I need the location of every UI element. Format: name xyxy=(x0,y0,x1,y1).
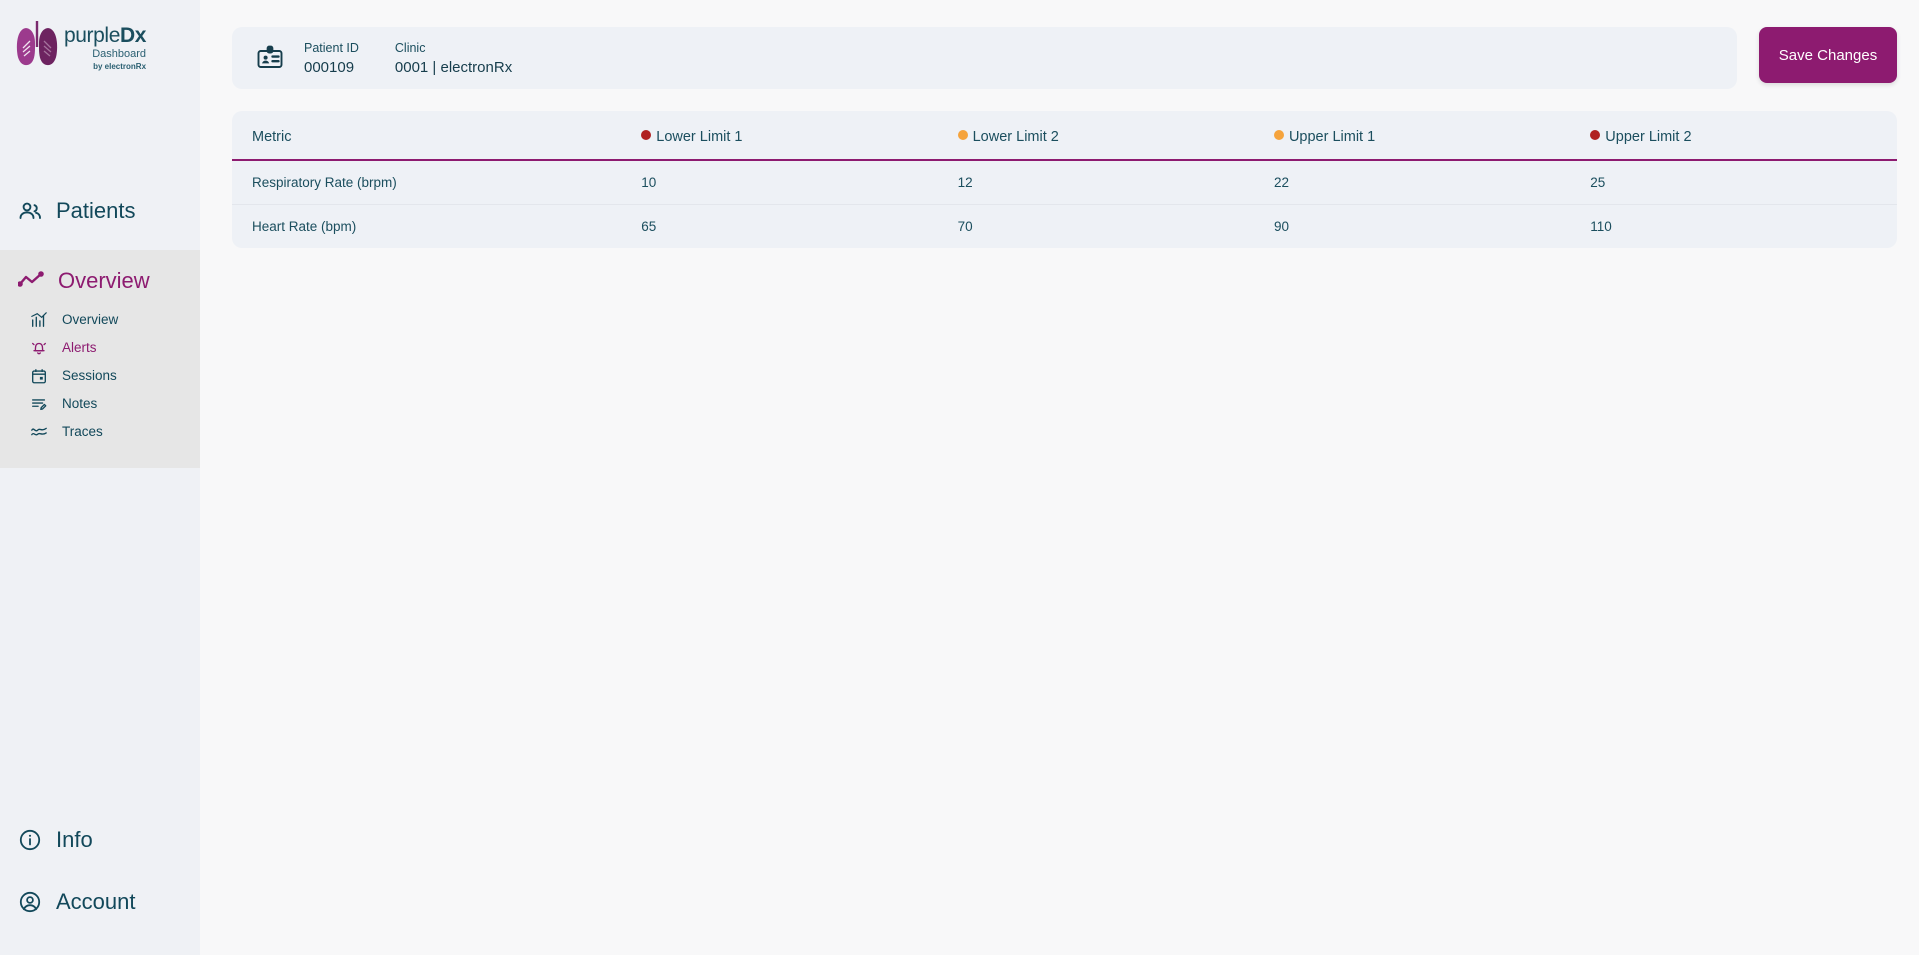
cell-metric: Heart Rate (bpm) xyxy=(252,219,357,234)
sidebar-item-alerts[interactable]: Alerts xyxy=(0,334,200,362)
table-row[interactable]: Respiratory Rate (brpm) 10 12 22 25 xyxy=(232,160,1897,205)
column-header-metric[interactable]: Metric xyxy=(232,111,624,161)
sidebar-item-info[interactable]: Info xyxy=(0,809,200,871)
cell-lower-limit-1[interactable]: 10 xyxy=(623,160,940,205)
patient-info-card: Patient ID 000109 Clinic 0001 | electron… xyxy=(232,27,1737,89)
trend-line-icon xyxy=(18,271,44,291)
sidebar-item-traces[interactable]: Traces xyxy=(0,418,200,446)
bar-chart-icon xyxy=(30,311,48,329)
lungs-icon xyxy=(14,17,60,71)
account-circle-icon xyxy=(18,890,42,914)
sidebar-item-overview[interactable]: Overview xyxy=(0,306,200,334)
sidebar-item-info-label: Info xyxy=(56,827,93,852)
users-icon xyxy=(18,199,42,223)
sidebar-item-sessions-label: Sessions xyxy=(62,368,117,384)
limits-table: Metric Lower Limit 1 Lower Limit 2 Upper… xyxy=(232,111,1897,248)
status-dot-red xyxy=(1590,130,1601,140)
info-circle-icon xyxy=(18,828,42,852)
column-header-lower-limit-2[interactable]: Lower Limit 2 xyxy=(939,111,1256,161)
clinic-label: Clinic xyxy=(394,40,426,55)
cell-lower-limit-2[interactable]: 70 xyxy=(940,205,1256,249)
status-dot-orange xyxy=(957,130,968,140)
cell-upper-limit-2[interactable]: 25 xyxy=(1572,160,1897,205)
sidebar-section-overview: Overview Overview Alerts Sessions Notes … xyxy=(0,250,200,468)
patient-id-label: Patient ID xyxy=(304,40,359,55)
app-root: purpleDx Dashboard by electronRx Patient… xyxy=(0,0,1919,955)
clinic-field: Clinic 0001 | electronRx xyxy=(395,39,512,77)
limits-table-body: Respiratory Rate (brpm) 10 12 22 25 Hear… xyxy=(232,160,1897,248)
top-bar: Patient ID 000109 Clinic 0001 | electron… xyxy=(200,0,1919,89)
brand-logo[interactable]: purpleDx Dashboard by electronRx xyxy=(0,0,200,90)
cell-lower-limit-1[interactable]: 65 xyxy=(623,205,939,249)
save-changes-button[interactable]: Save Changes xyxy=(1759,27,1897,83)
bell-alert-icon xyxy=(30,339,48,357)
table-row[interactable]: Heart Rate (bpm) 65 70 90 110 xyxy=(232,205,1897,249)
cell-upper-limit-2[interactable]: 110 xyxy=(1572,205,1897,249)
limits-table-head: Metric Lower Limit 1 Lower Limit 2 Upper… xyxy=(232,111,1897,161)
sidebar-item-account-label: Account xyxy=(56,889,136,914)
sidebar-item-patients[interactable]: Patients xyxy=(0,172,200,250)
table-header-row: Metric Lower Limit 1 Lower Limit 2 Upper… xyxy=(232,111,1897,161)
sidebar-item-notes-label: Notes xyxy=(62,396,98,412)
sidebar-item-notes[interactable]: Notes xyxy=(0,390,200,418)
cell-lower-limit-2[interactable]: 12 xyxy=(939,160,1256,205)
notes-edit-icon xyxy=(30,395,48,413)
id-badge-icon xyxy=(256,44,284,72)
limits-table-card: Metric Lower Limit 1 Lower Limit 2 Upper… xyxy=(232,111,1897,248)
brand-title: purpleDx xyxy=(64,24,147,48)
sidebar-bottom-nav: Info Account xyxy=(0,809,200,955)
status-dot-orange xyxy=(1273,130,1284,140)
sidebar-item-account[interactable]: Account xyxy=(0,871,200,933)
column-header-lower-limit-1[interactable]: Lower Limit 1 xyxy=(623,111,940,161)
column-header-upper-limit-1[interactable]: Upper Limit 1 xyxy=(1255,111,1573,161)
sidebar-item-patients-label: Patients xyxy=(56,198,136,223)
waveform-icon xyxy=(30,423,48,441)
sidebar-item-sessions[interactable]: Sessions xyxy=(0,362,200,390)
main-content: Patient ID 000109 Clinic 0001 | electron… xyxy=(200,0,1919,955)
sidebar-section-overview-header[interactable]: Overview xyxy=(0,268,200,294)
cell-metric: Respiratory Rate (brpm) xyxy=(232,160,624,205)
column-header-upper-limit-2[interactable]: Upper Limit 2 xyxy=(1572,111,1897,161)
sidebar-item-overview-label: Overview xyxy=(62,312,119,328)
patient-id-field: Patient ID 000109 xyxy=(304,39,359,77)
brand-subtitle: Dashboard xyxy=(92,48,147,61)
sidebar-item-alerts-label: Alerts xyxy=(62,340,97,356)
sidebar-item-traces-label: Traces xyxy=(62,424,103,440)
calendar-icon xyxy=(30,367,48,385)
sidebar: purpleDx Dashboard by electronRx Patient… xyxy=(0,0,200,955)
cell-upper-limit-1[interactable]: 22 xyxy=(1255,160,1573,205)
patient-id-value: 000109 xyxy=(304,58,355,76)
status-dot-red xyxy=(641,130,652,140)
cell-upper-limit-1[interactable]: 90 xyxy=(1256,205,1572,249)
clinic-value: 0001 | electronRx xyxy=(394,58,513,76)
sidebar-section-overview-label: Overview xyxy=(58,268,150,293)
brand-byline: by electronRx xyxy=(93,62,147,72)
